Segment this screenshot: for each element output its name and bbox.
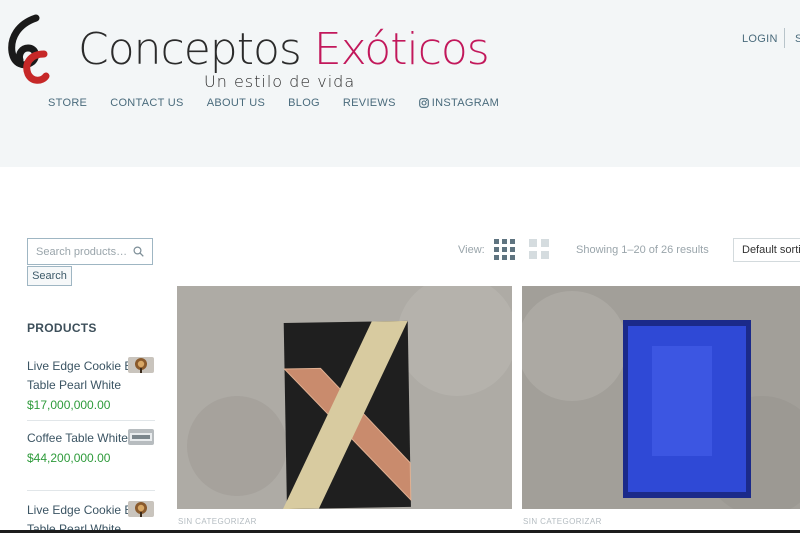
brand-name-part1: Conceptos [78, 24, 314, 75]
product-thumbnail[interactable] [128, 357, 154, 373]
instagram-icon [418, 98, 429, 108]
nav-instagram[interactable]: INSTAGRAM [418, 97, 500, 109]
product-thumbnail[interactable] [128, 429, 154, 445]
nav-contact-us[interactable]: CONTACT US [110, 97, 184, 109]
sort-dropdown[interactable]: Default sorting [733, 238, 800, 262]
nav-store[interactable]: STORE [48, 97, 87, 109]
nav-about-us[interactable]: ABOUT US [207, 97, 265, 109]
nav-store-label: STORE [48, 97, 88, 109]
main-nav: STORE CONTACT US ABOUT US BLOG REVIEWS I… [48, 97, 522, 109]
product-card[interactable] [522, 286, 800, 509]
nav-blog[interactable]: BLOG [288, 97, 320, 109]
product-image[interactable] [177, 286, 512, 509]
nav-instagram-label: INSTAGRAM [431, 97, 500, 109]
products-widget-title: PRODUCTS [27, 321, 97, 335]
view-mode-label: View: [458, 244, 485, 256]
nav-contact-us-label: CONTACT US [110, 97, 184, 109]
search-icon[interactable] [133, 246, 144, 257]
product-search-input[interactable] [28, 239, 128, 264]
search-button[interactable]: Search [27, 266, 72, 286]
product-search-box [27, 238, 153, 265]
sidebar-product-price: $17,000,000.00 [27, 398, 111, 412]
list-view-icon[interactable] [529, 239, 550, 260]
sidebar-product-item[interactable]: Live Edge Cookie End Table Pearl White $… [27, 357, 155, 421]
login-link[interactable]: LOGIN [742, 33, 778, 45]
brand-name-part2: Exóticos [313, 24, 490, 75]
grid-view-icon[interactable] [494, 239, 515, 260]
product-card[interactable] [177, 286, 512, 509]
product-image[interactable] [522, 286, 800, 509]
nav-reviews-label: REVIEWS [342, 97, 396, 109]
nav-blog-label: BLOG [288, 97, 320, 109]
sidebar-product-item[interactable]: Coffee Table White $44,200,000.00 [27, 429, 155, 491]
header-extra-link[interactable]: S [795, 33, 800, 45]
product-category[interactable]: SIN CATEGORIZAR [523, 517, 602, 526]
site-header: Conceptos Exóticos Un estilo de vida STO… [0, 0, 800, 167]
product-category[interactable]: SIN CATEGORIZAR [178, 517, 257, 526]
header-divider [784, 28, 785, 48]
brand-logo-icon[interactable] [6, 14, 50, 86]
brand-tagline: Un estilo de vida [204, 72, 356, 91]
sidebar-product-item[interactable]: Live Edge Cookie End Table Pearl White [27, 501, 155, 533]
brand-name[interactable]: Conceptos Exóticos [78, 28, 490, 72]
result-count: Showing 1–20 of 26 results [576, 244, 709, 256]
sidebar-product-price: $44,200,000.00 [27, 451, 111, 465]
nav-about-us-label: ABOUT US [206, 97, 266, 109]
product-thumbnail[interactable] [128, 501, 154, 517]
nav-reviews[interactable]: REVIEWS [343, 97, 396, 109]
